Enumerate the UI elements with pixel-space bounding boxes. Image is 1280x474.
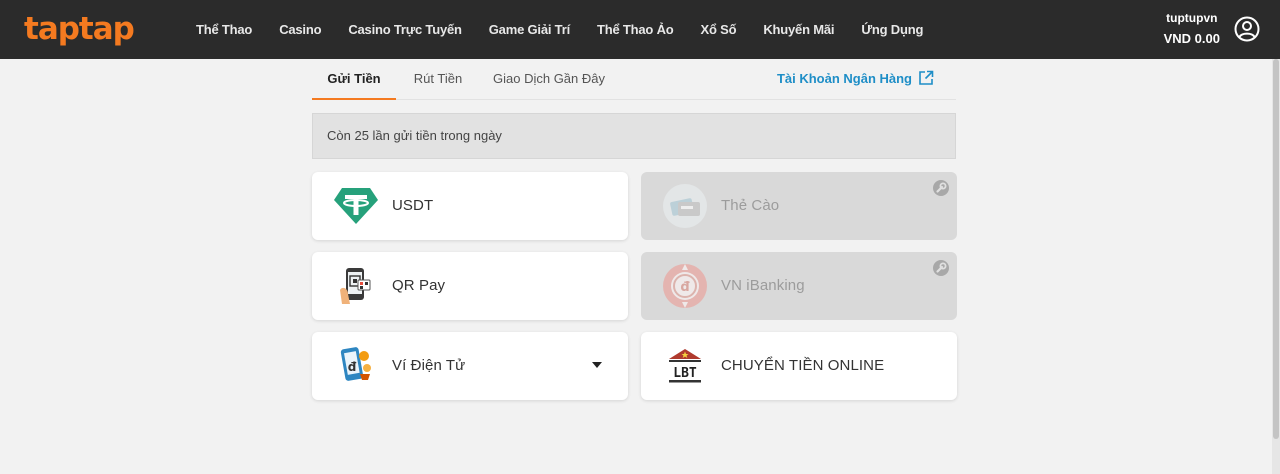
e-wallet-icon: đ: [340, 347, 371, 381]
method-vn-ibanking: đ VN iBanking: [641, 252, 957, 320]
svg-text:LBT: LBT: [673, 366, 697, 381]
scrollbar-thumb[interactable]: [1273, 59, 1279, 439]
method-chuyen-tien-online[interactable]: LBT CHUYỂN TIỀN ONLINE: [641, 332, 957, 400]
nav-item-the-thao-ao[interactable]: Thể Thao Ảo: [597, 22, 674, 37]
method-vi-dien-tu[interactable]: đ Ví Điện Tử: [312, 332, 628, 400]
taptap-logo[interactable]: taptap: [24, 11, 135, 47]
tether-icon: [334, 188, 378, 224]
scratch-card-icon: [663, 184, 707, 228]
bank-account-link-label: Tài Khoản Ngân Hàng: [776, 70, 912, 86]
method-label: CHUYỂN TIỀN ONLINE: [721, 357, 885, 374]
tab-giao-dich-gan-day[interactable]: Giao Dịch Gần Đây: [488, 60, 610, 100]
user-circle-icon[interactable]: [1234, 16, 1260, 42]
balance: VND 0.00: [1163, 31, 1220, 46]
method-qr-pay[interactable]: QR Pay: [312, 252, 628, 320]
method-label: QR Pay: [392, 277, 446, 294]
nav-item-game-giai-tri[interactable]: Game Giải Trí: [489, 22, 570, 37]
transaction-tabs: Gửi Tiền Rút Tiền Giao Dịch Gần Đây Tài …: [312, 60, 956, 100]
qr-phone-icon: [340, 268, 371, 304]
lbt-bank-icon: LBT: [669, 349, 701, 383]
deposit-limit-notice: Còn 25 lần gửi tiền trong ngày: [312, 113, 956, 159]
tab-gui-tien[interactable]: Gửi Tiền: [312, 60, 396, 100]
nav-item-khuyen-mai[interactable]: Khuyến Mãi: [763, 22, 834, 37]
external-link-icon: [919, 70, 934, 85]
svg-text:đ: đ: [680, 280, 690, 295]
maintenance-icon: [933, 260, 949, 276]
svg-text:đ: đ: [348, 360, 357, 374]
account-info[interactable]: tuptupvn VND 0.00: [1164, 10, 1220, 49]
method-label: Thẻ Cào: [721, 197, 780, 214]
maintenance-icon: [933, 180, 949, 196]
nav-item-casino-truc-tuyen[interactable]: Casino Trực Tuyến: [348, 22, 462, 37]
main-nav: Thể Thao Casino Casino Trực Tuyến Game G…: [196, 0, 950, 59]
method-the-cao: Thẻ Cào: [641, 172, 957, 240]
page-scrollbar[interactable]: [1272, 59, 1280, 474]
nav-item-the-thao[interactable]: Thể Thao: [196, 22, 252, 37]
method-label: VN iBanking: [721, 277, 805, 294]
ibanking-icon: đ: [663, 264, 707, 308]
nav-item-casino[interactable]: Casino: [279, 22, 321, 37]
tab-rut-tien[interactable]: Rút Tiền: [402, 60, 474, 100]
method-label: Ví Điện Tử: [392, 357, 466, 374]
top-navigation-bar: taptap Thể Thao Casino Casino Trực Tuyến…: [0, 0, 1280, 59]
method-usdt[interactable]: USDT: [312, 172, 628, 240]
chevron-down-icon[interactable]: [592, 362, 602, 368]
nav-item-ung-dung[interactable]: Ứng Dụng: [861, 22, 923, 37]
bank-account-link[interactable]: Tài Khoản Ngân Hàng: [777, 70, 934, 86]
username: tuptupvn: [1166, 11, 1218, 25]
method-label: USDT: [392, 197, 434, 214]
nav-item-xo-so[interactable]: Xổ Số: [701, 22, 737, 37]
